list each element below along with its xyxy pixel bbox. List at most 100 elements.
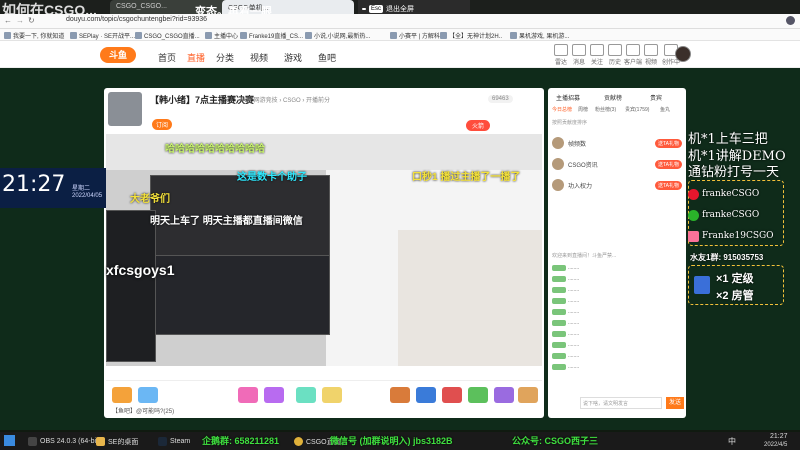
nav-category[interactable]: 分类 [216, 51, 234, 64]
nav-home[interactable]: 首页 [158, 51, 176, 64]
gift-icon[interactable] [322, 387, 342, 403]
social-row-wechat: frankeCSGO [688, 207, 784, 223]
header-notification[interactable]: 消息 [570, 44, 588, 66]
list-item: ........ [552, 363, 682, 371]
sidebar-tab-recruit[interactable]: 主播招募 [556, 93, 580, 102]
wechat-icon [688, 209, 699, 221]
bookmark-6[interactable]: 小赛平 | 方解科.. [390, 29, 443, 41]
header-history[interactable]: 历史 [606, 44, 624, 66]
danmaku-handle: 口秒1 播过主播了一播了 [412, 172, 521, 183]
tray-time[interactable]: 21:27 [770, 433, 788, 440]
header-radar[interactable]: 雷达 [552, 44, 570, 66]
banner-wechat: 微信号 (加群说明入) jbs3182B [330, 436, 453, 446]
rank-row[interactable]: 帧频数 送TA礼物 [552, 135, 682, 151]
danmaku-top-banner: 这是数卡个助子 [237, 172, 307, 183]
gift-button[interactable]: 送TA礼物 [654, 138, 682, 148]
user-avatar[interactable] [675, 46, 691, 62]
obs-mixer [150, 255, 330, 335]
nav-game[interactable]: 游戏 [284, 51, 302, 64]
sidebar-subtab-today[interactable]: 今日总榜 [552, 106, 572, 113]
gift-icon[interactable] [518, 387, 538, 403]
bilibili-icon [688, 230, 699, 242]
input-language[interactable]: 中 [728, 436, 736, 447]
sidebar-subtab-week[interactable]: 周榜 [578, 106, 588, 113]
bookmark-5[interactable]: 小说,小说网,最新热... [305, 29, 370, 41]
forward-icon[interactable]: → [16, 16, 24, 25]
list-item: ........ [552, 264, 682, 272]
streamer-avatar[interactable] [108, 92, 142, 126]
bookmark-2[interactable]: CSGO_CSGO直播... [135, 29, 200, 41]
social-row-weibo: frankeCSGO [688, 186, 784, 202]
nav-fishbar[interactable]: 鱼吧 [318, 51, 336, 64]
taskbar-obs[interactable]: OBS 24.0.3 (64-bit... [28, 434, 104, 449]
list-item: ........ [552, 319, 682, 327]
gift-icon[interactable] [138, 387, 158, 403]
sidebar-subtab-fans[interactable]: 粉丝榜(3) [595, 106, 616, 113]
gift-icon[interactable] [238, 387, 258, 403]
site-logo[interactable]: 斗鱼 [100, 47, 136, 63]
rank-subtitle: 按照贡献度排序 [552, 120, 588, 126]
sidebar-tab-contribution[interactable]: 贡献榜 [604, 93, 622, 102]
fishbar-link[interactable]: 【鱼吧】@可能吗?(25) [112, 406, 174, 415]
clock-time: 21:27 [2, 172, 66, 197]
chat-input[interactable]: 说下啥，请文明发言 [580, 397, 662, 409]
banner-qq: 企鹅群: 658211281 [202, 436, 280, 446]
badge-icon [694, 276, 710, 294]
url-field[interactable]: douyu.com/topic/csgochuntengbei?rid=9393… [58, 16, 638, 27]
rank-row[interactable]: CSGO资讯 送TA礼物 [552, 156, 682, 172]
back-icon[interactable]: ← [4, 16, 12, 25]
list-item: ........ [552, 297, 682, 305]
taskbar-steam[interactable]: Steam [158, 434, 190, 449]
header-client[interactable]: 客户端 [624, 44, 642, 66]
gift-icon[interactable] [442, 387, 462, 403]
gift-icon[interactable] [390, 387, 410, 403]
list-item: ........ [552, 275, 682, 283]
stream-meta: 举报 网游竞技 › CSGO › 开播前分 [240, 98, 331, 104]
streamer-id: xfcsgoys1 [106, 262, 175, 278]
profile-icon[interactable] [786, 16, 795, 25]
nav-video[interactable]: 视频 [250, 51, 268, 64]
header-video[interactable]: 视频 [642, 44, 660, 66]
sidebar-subtab-yuwan[interactable]: 鱼丸 [660, 106, 670, 113]
tray-date[interactable]: 2022/4/5 [764, 442, 787, 448]
gift-button[interactable]: 送TA礼物 [654, 180, 682, 190]
clock-weekday: 星期二 [72, 186, 91, 192]
gift-button[interactable]: 送TA礼物 [654, 159, 682, 169]
bookmark-4[interactable]: Franke19直播_CS... [240, 29, 303, 41]
bookmark-8[interactable]: 果机游戏, 果机游... [510, 29, 569, 41]
gift-icon[interactable] [416, 387, 436, 403]
sidebar-tab-vip[interactable]: 贵宾 [650, 93, 662, 102]
list-item: ........ [552, 330, 682, 338]
gift-icon[interactable] [494, 387, 514, 403]
sidebar-subtab-vip[interactable]: 贵宾(1759) [625, 106, 649, 113]
badge-line-1: ×1 定级 [716, 273, 754, 285]
send-button[interactable]: 发送 [666, 397, 684, 409]
badge-line-2: ×2 房管 [716, 290, 754, 302]
banner-official: 公众号: CSGO西子三 [512, 436, 599, 446]
gift-icon[interactable] [468, 387, 488, 403]
social-row-bilibili: Franke19CSGO [688, 228, 784, 244]
reload-icon[interactable]: ↻ [28, 16, 35, 25]
nav-live[interactable]: 直播 [187, 51, 205, 64]
avatar [552, 179, 564, 191]
bookmark-0[interactable]: 我要一下, 你就知道 [4, 29, 64, 41]
bookmark-7[interactable]: 【全】无神计划2H.. [440, 29, 502, 41]
gift-icon[interactable] [296, 387, 316, 403]
chat-notice: 欢迎来到直播间！斗鱼严禁... [552, 253, 617, 259]
danmaku-laugh: 哈哈哈哈哈哈哈哈哈哈 [165, 144, 265, 155]
avatar [552, 158, 564, 170]
gift-icon[interactable] [112, 387, 132, 403]
taskbar-desktop[interactable]: SE的桌面 [96, 434, 138, 449]
start-icon[interactable] [4, 435, 15, 446]
rank-row[interactable]: 功入权力 送TA礼物 [552, 177, 682, 193]
avatar [552, 137, 564, 149]
bookmark-3[interactable]: 主播中心 [205, 29, 238, 41]
list-item: ........ [552, 352, 682, 360]
clock-date: 2022/04/05 [72, 193, 103, 199]
bookmark-1[interactable]: SEPlay · SE开战平... [70, 29, 135, 41]
gift-icon[interactable] [264, 387, 284, 403]
fan-badge[interactable]: 火箭 [466, 120, 491, 131]
header-follow[interactable]: 关注 [588, 44, 606, 66]
list-item: ........ [552, 286, 682, 294]
subscribe-button[interactable]: 订阅 [152, 119, 173, 130]
